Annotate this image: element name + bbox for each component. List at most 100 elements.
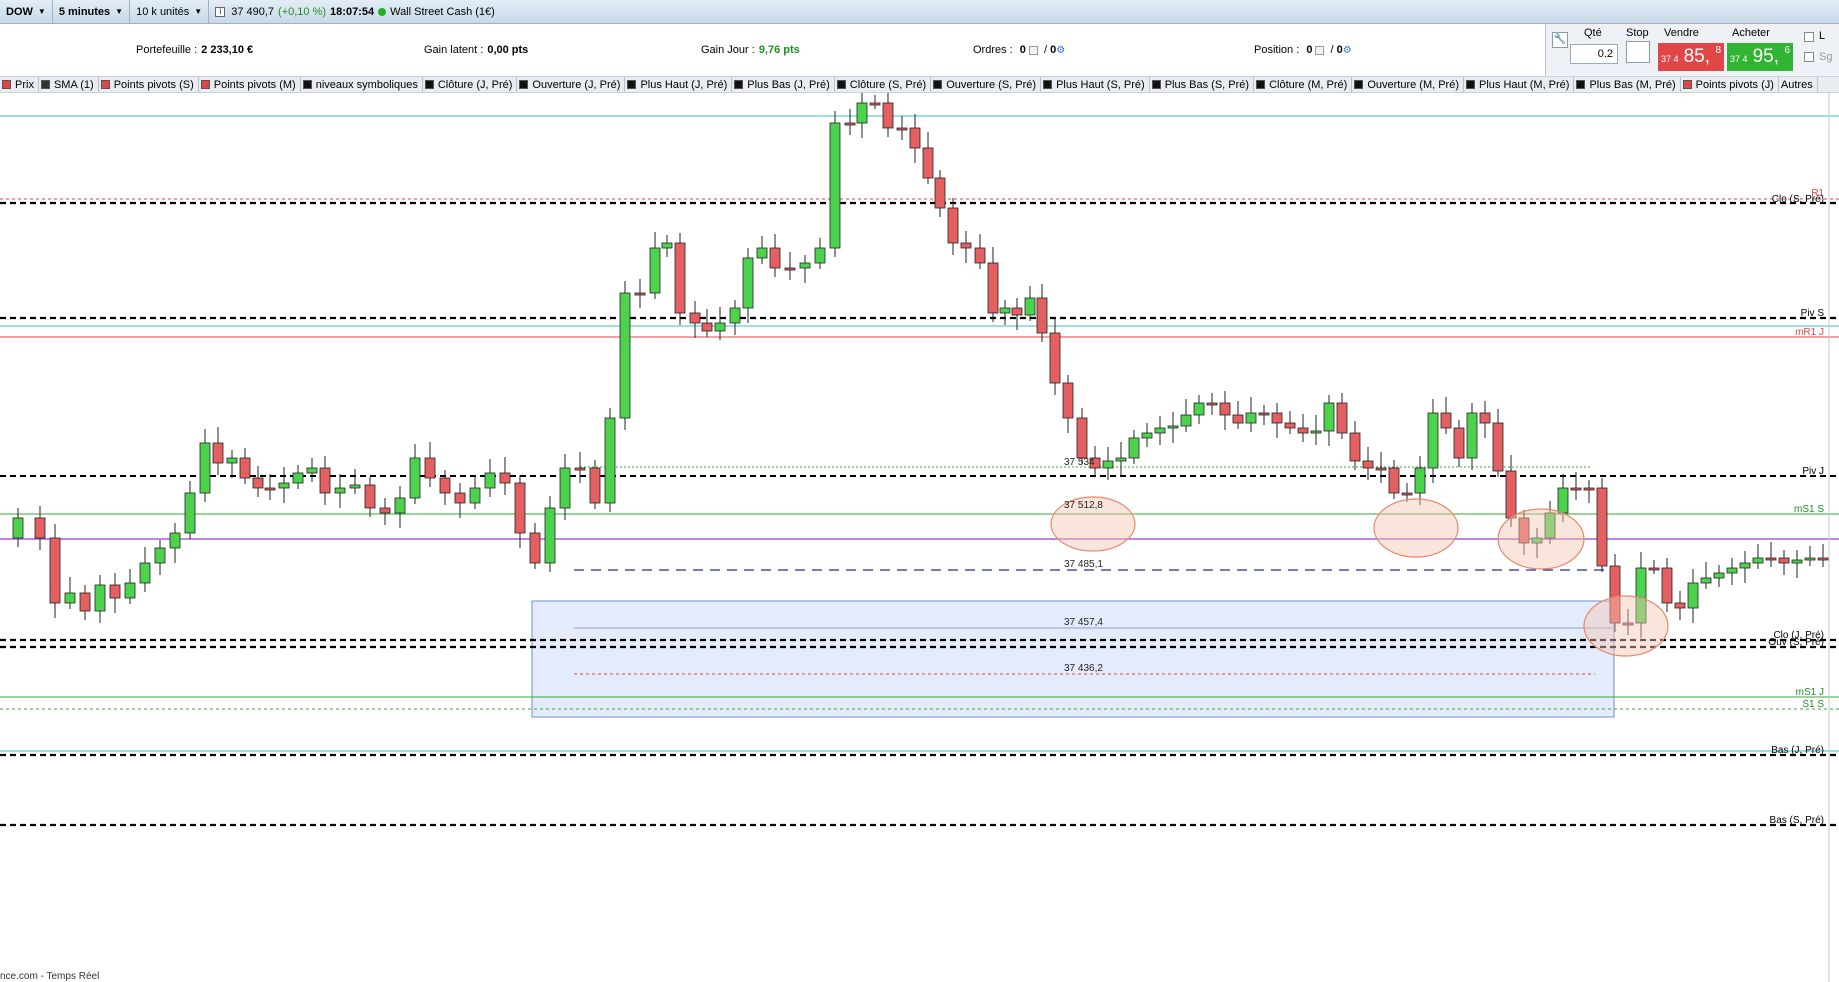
bullish-candle (729, 307, 741, 324)
option-sg-label: Sg (1819, 51, 1833, 63)
legend-label: Plus Bas (M, Pré) (1589, 78, 1676, 91)
legend-label: niveaux symboliques (315, 78, 418, 91)
price-chart[interactable]: 37 534 37 512,8 37 485,1 37 457,4 37 436… (0, 93, 1839, 982)
bearish-candle (34, 517, 46, 539)
units-selector[interactable]: 10 k unités ▼ (130, 0, 210, 24)
bearish-candle (896, 127, 908, 131)
order-panel: 🔧 Qté 0.2 Stop Vendre Acheter 37 4 85, 8… (1545, 24, 1839, 76)
legend-item[interactable]: Points pivots (S) (99, 77, 199, 92)
unrealized-gain-stat: Gain latent :0,00 pts (424, 44, 528, 56)
touch-circle-3 (1497, 508, 1585, 570)
quote-time: 18:07:54 (330, 5, 375, 18)
wrench-icon[interactable]: 🔧 (1552, 32, 1568, 48)
sell-button[interactable]: 37 4 85, 8 (1658, 43, 1724, 71)
stop-button[interactable] (1626, 41, 1650, 63)
legend-item[interactable]: Clôture (S, Pré) (835, 77, 932, 92)
legend-item[interactable]: Points pivots (M) (199, 77, 301, 92)
bullish-candle (226, 457, 238, 464)
bearish-candle (364, 484, 376, 509)
bullish-candle (1414, 467, 1426, 494)
label-piv-s: Piv S (1801, 308, 1825, 319)
price-annotation-5: 37 436,2 (1064, 663, 1103, 674)
quantity-input[interactable]: 0.2 (1570, 44, 1618, 64)
buy-price-prefix: 37 4 (1730, 54, 1748, 64)
bullish-candle (544, 507, 556, 564)
bullish-candle (756, 247, 768, 259)
price-annotation-3: 37 485,1 (1064, 559, 1103, 570)
bearish-candle (974, 247, 986, 264)
legend-item[interactable]: Ouverture (J, Pré) (517, 77, 626, 92)
legend-item[interactable]: Ouverture (S, Pré) (931, 77, 1042, 92)
orders-count-a: 0 (1019, 44, 1026, 56)
legend-item[interactable]: Plus Bas (J, Pré) (732, 77, 835, 92)
bearish-candle (1401, 492, 1413, 496)
price-annotation-1: 37 534 (1064, 457, 1095, 468)
bullish-candle (1245, 412, 1257, 424)
bearish-candle (701, 322, 713, 332)
timeframe-label: 5 minutes (58, 5, 111, 18)
bullish-candle (1154, 427, 1166, 434)
bullish-candle (1128, 437, 1140, 459)
bearish-candle (1349, 432, 1361, 462)
legend-item[interactable]: niveaux symboliques (301, 77, 423, 92)
bullish-candle (1102, 460, 1114, 469)
legend-item[interactable]: Ouverture (M, Pré) (1352, 77, 1464, 92)
gear-icon[interactable]: ⚙ (1056, 45, 1065, 56)
legend-item[interactable]: SMA (1) (39, 77, 99, 92)
bullish-candle (1713, 572, 1725, 579)
bullish-candle (306, 467, 318, 474)
bearish-candle (882, 102, 894, 129)
portfolio-bar: Portefeuille :2 233,10 € Gain latent :0,… (0, 24, 1545, 76)
legend-item[interactable]: Points pivots (J) (1681, 77, 1779, 92)
bearish-candle (1583, 487, 1595, 491)
stop-label: Stop (1626, 27, 1649, 39)
info-icon[interactable]: i (215, 6, 226, 17)
orders-box-icon[interactable] (1028, 45, 1038, 55)
legend-swatch (1682, 80, 1692, 89)
bearish-candle (49, 537, 61, 604)
timeframe-selector[interactable]: 5 minutes ▼ (53, 0, 131, 24)
legend-item[interactable]: Prix (0, 77, 39, 92)
bullish-candle (484, 472, 496, 489)
position-box-icon[interactable] (1315, 45, 1325, 55)
bullish-candle (1687, 582, 1699, 609)
legend-swatch (1043, 80, 1053, 89)
legend-item[interactable]: Plus Haut (J, Pré) (625, 77, 733, 92)
price-annotation-4: 37 457,4 (1064, 617, 1103, 628)
portfolio-stat: Portefeuille :2 233,10 € (136, 44, 253, 56)
gear-icon[interactable]: ⚙ (1343, 45, 1352, 56)
daily-gain-stat: Gain Jour :9,76 pts (701, 44, 800, 56)
legend-item[interactable]: Plus Haut (M, Pré) (1464, 77, 1575, 92)
bullish-candle (1024, 297, 1036, 316)
legend-label: Clôture (J, Pré) (437, 78, 513, 91)
bearish-candle (1036, 297, 1048, 334)
bullish-candle (1466, 412, 1478, 459)
legend-label: Ouverture (S, Pré) (946, 78, 1037, 91)
legend-item[interactable]: Plus Bas (M, Pré) (1574, 77, 1681, 92)
legend-item[interactable]: Clôture (J, Pré) (423, 77, 518, 92)
legend-label: Ouverture (J, Pré) (532, 78, 621, 91)
bearish-candle (934, 177, 946, 209)
bearish-candle (1440, 412, 1452, 429)
bearish-candle (589, 467, 601, 504)
option-sg-checkbox[interactable] (1804, 52, 1814, 62)
position-stat: Position : 0 / 0⚙ (1254, 44, 1352, 56)
bearish-candle (1206, 402, 1218, 406)
legend-item[interactable]: Plus Haut (S, Pré) (1041, 77, 1150, 92)
bearish-candle (947, 207, 959, 244)
bullish-candle (1791, 559, 1803, 564)
legend-item[interactable]: Autres (1779, 77, 1818, 92)
bearish-candle (909, 127, 921, 149)
bearish-candle (1388, 467, 1400, 494)
buy-button[interactable]: 37 4 95, 6 (1727, 43, 1793, 71)
bullish-candle (649, 247, 661, 294)
qty-label: Qté (1584, 27, 1602, 39)
legend-label: Autres (1780, 78, 1813, 91)
instrument-selector[interactable]: DOW ▼ (0, 0, 53, 24)
option-l-checkbox[interactable] (1804, 32, 1814, 42)
legend-item[interactable]: Plus Bas (S, Pré) (1150, 77, 1255, 92)
legend-item[interactable]: Clôture (M, Pré) (1254, 77, 1353, 92)
legend-label: Clôture (S, Pré) (849, 78, 927, 91)
legend-swatch (836, 80, 846, 89)
trading-app: DOW ▼ 5 minutes ▼ 10 k unités ▼ i 37 490… (0, 0, 1839, 982)
